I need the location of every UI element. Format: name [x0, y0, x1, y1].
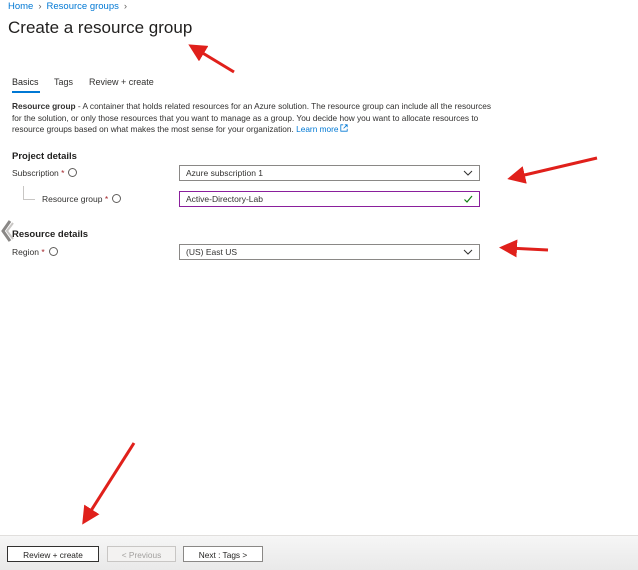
annotation-arrow — [82, 442, 136, 525]
annotation-arrow — [507, 156, 598, 184]
annotation-arrow — [188, 44, 235, 74]
annotation-arrow — [499, 239, 549, 258]
annotation-arrows — [82, 44, 598, 525]
